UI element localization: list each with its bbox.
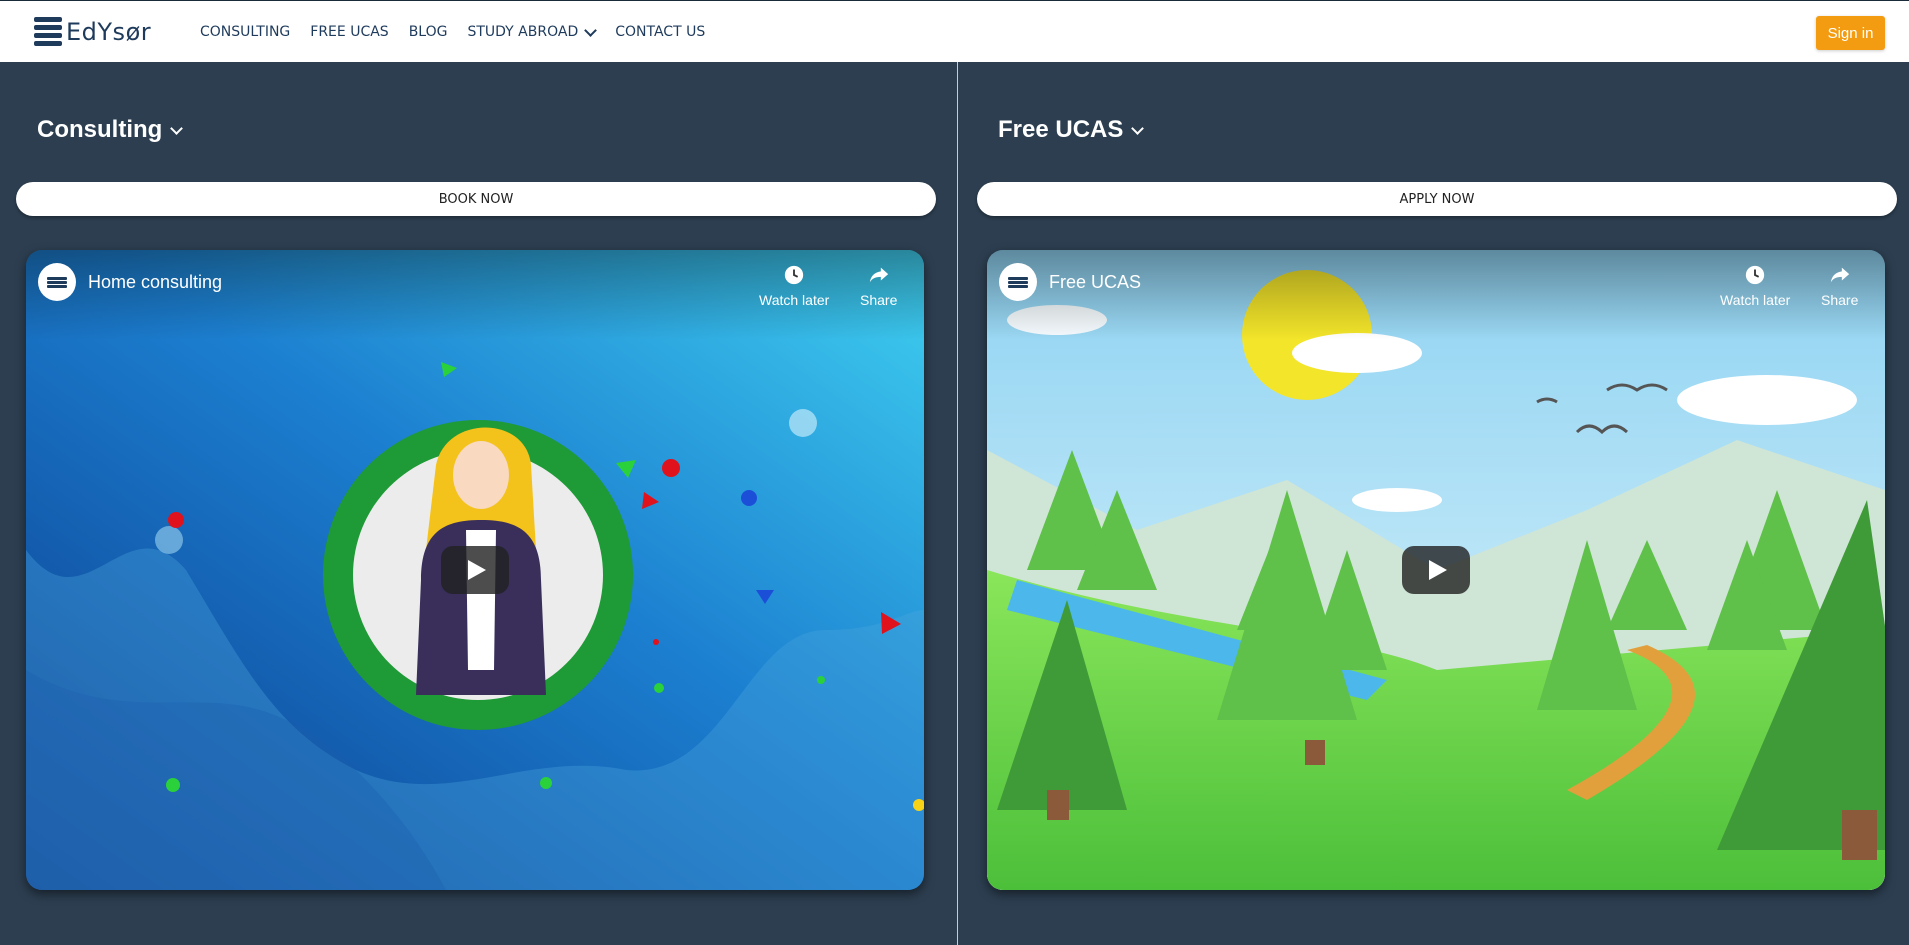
free-ucas-video-player[interactable]: Free UCAS Watch later Share [987, 250, 1885, 890]
watch-later-button[interactable]: Watch later [1720, 264, 1790, 308]
panel-divider [957, 62, 958, 945]
share-button[interactable]: Share [860, 264, 897, 308]
play-icon[interactable] [441, 546, 509, 594]
book-now-button[interactable]: BOOK NOW [16, 182, 936, 216]
consulting-title[interactable]: Consulting [37, 116, 184, 144]
share-label: Share [1821, 292, 1859, 308]
play-icon[interactable] [1402, 546, 1470, 594]
watch-later-label: Watch later [1720, 292, 1791, 308]
nav-consulting[interactable]: CONSULTING [200, 24, 290, 40]
free-ucas-panel: Free UCAS APPLY NOW Free UCAS Watch late… [977, 62, 1909, 945]
share-icon [869, 267, 888, 283]
nav-contact-us[interactable]: CONTACT US [615, 24, 705, 40]
main-nav: CONSULTING FREE UCAS BLOG STUDY ABROAD C… [200, 1, 705, 63]
free-ucas-title[interactable]: Free UCAS [998, 116, 1145, 144]
nav-study-abroad[interactable]: STUDY ABROAD [467, 23, 598, 40]
clock-icon [784, 265, 804, 285]
books-logo-icon [34, 17, 62, 47]
consulting-title-label: Consulting [37, 116, 163, 143]
apply-now-button[interactable]: APPLY NOW [977, 182, 1897, 216]
chevron-down-icon [584, 23, 598, 37]
watch-later-label: Watch later [759, 292, 830, 308]
chevron-down-icon [170, 121, 184, 135]
channel-avatar[interactable] [999, 263, 1037, 301]
nav-study-abroad-label: STUDY ABROAD [467, 24, 579, 40]
share-icon [1830, 267, 1849, 283]
logo-text: EdYsør [66, 18, 152, 46]
share-button[interactable]: Share [1821, 264, 1858, 308]
top-navbar: EdYsør CONSULTING FREE UCAS BLOG STUDY A… [0, 0, 1909, 62]
consulting-video-player[interactable]: Home consulting Watch later Share [26, 250, 924, 890]
nav-blog[interactable]: BLOG [409, 24, 448, 40]
watch-later-button[interactable]: Watch later [759, 264, 829, 308]
consulting-panel: Consulting BOOK NOW Home consulting Watc… [16, 62, 956, 945]
share-label: Share [860, 292, 898, 308]
edysor-logo[interactable]: EdYsør [34, 15, 151, 49]
video-title[interactable]: Home consulting [88, 272, 222, 293]
free-ucas-title-label: Free UCAS [998, 116, 1124, 143]
sign-in-button[interactable]: Sign in [1816, 16, 1885, 50]
clock-icon [1745, 265, 1765, 285]
channel-avatar[interactable] [38, 263, 76, 301]
video-title[interactable]: Free UCAS [1049, 272, 1141, 293]
nav-free-ucas[interactable]: FREE UCAS [310, 24, 388, 40]
chevron-down-icon [1131, 121, 1145, 135]
